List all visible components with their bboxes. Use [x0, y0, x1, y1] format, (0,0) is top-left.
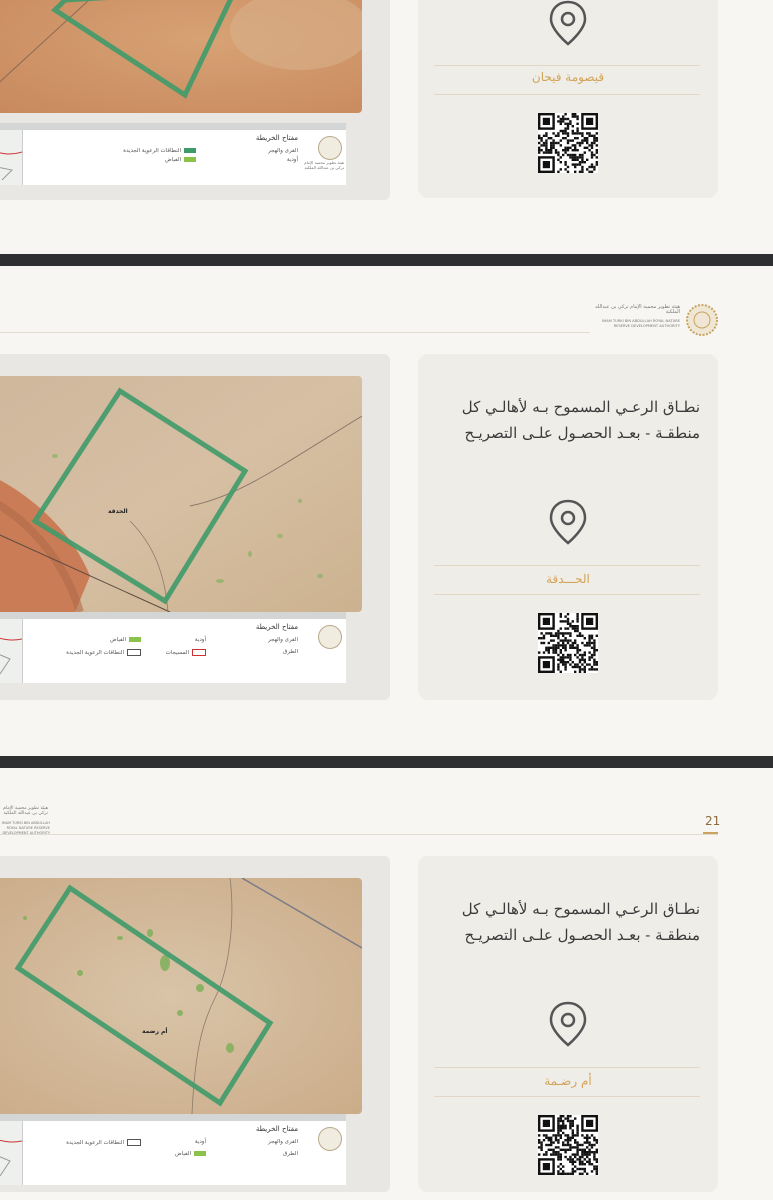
map-place-label: الحدقة	[108, 508, 128, 515]
page-number: 21	[705, 814, 721, 828]
info-card: قيصومة فيحان	[418, 0, 718, 198]
legend-item: الطرق	[282, 649, 298, 655]
legend-item: الطرق	[282, 1151, 298, 1157]
location-pin-icon	[549, 0, 587, 46]
page-number-underline	[703, 832, 718, 834]
legend-item: القرى والهجر	[267, 148, 298, 154]
info-card: نطـاق الرعـي المسموح بـه لأهالـي كل منطق…	[418, 856, 718, 1192]
card-title: نطـاق الرعـي المسموح بـه لأهالـي كل منطق…	[461, 900, 700, 944]
legend-title: مفتاح الخريطة	[255, 134, 298, 142]
place-name: الحـــدقة	[546, 572, 590, 586]
authority-emblem	[318, 625, 342, 649]
map-legend: مفتاح الخريطة القرى والهجر أودية الفياض …	[0, 612, 346, 683]
qr-code[interactable]	[538, 1115, 598, 1175]
divider	[434, 565, 700, 566]
minimap	[0, 1121, 23, 1185]
divider	[434, 594, 700, 595]
divider	[434, 94, 700, 95]
map-frame: مفتاح الخريطة القرى والهجر أودية النطاقا…	[0, 0, 390, 200]
divider	[434, 65, 700, 66]
qr-code[interactable]	[538, 113, 598, 173]
authority-logo: هيئة تطوير محمية الإمام تركي بن عبدالله …	[0, 804, 60, 838]
legend-item: القرى والهجر	[267, 637, 298, 643]
legend-item: المسيجات	[166, 649, 206, 656]
authority-emblem	[318, 1127, 342, 1151]
header-rule	[0, 834, 718, 835]
legend-item: الفياض	[175, 1151, 206, 1157]
card-title: نطـاق الرعـي المسموح بـه لأهالـي كل منطق…	[461, 398, 700, 442]
legend-item: أودية	[194, 637, 206, 643]
authority-emblem	[318, 136, 342, 160]
map-frame: الحدقة مفتاح الخريطة القرى والهجر أودية …	[0, 354, 390, 700]
legend-item: الفياض	[165, 157, 196, 163]
legend-item: النطاقات الرعوية الجديدة	[66, 649, 141, 656]
map-legend: مفتاح الخريطة القرى والهجر أودية النطاقا…	[0, 123, 346, 185]
legend-item: القرى والهجر	[267, 1139, 298, 1145]
location-pin-icon	[549, 1001, 587, 1047]
page-section-middle: هيئة تطوير محمية الإمام تركي بن عبدالله …	[0, 266, 773, 756]
authority-logo: هيئة تطوير محمية الإمام تركي بن عبدالله …	[590, 302, 720, 336]
map-legend: مفتاح الخريطة القرى والهجر أودية الطرق ا…	[0, 1114, 346, 1185]
authority-name-ar: هيئة تطوير محمية الإمام تركي بن عبدالله …	[595, 304, 680, 315]
legend-item: أودية	[194, 1139, 206, 1145]
legend-item: الفياض	[110, 637, 141, 643]
legend-title: مفتاح الخريطة	[255, 1125, 298, 1133]
page-separator	[0, 254, 773, 266]
map-image	[0, 878, 362, 1114]
legend-item: النطاقات الرعوية الجديدة	[123, 148, 196, 154]
divider	[434, 1067, 700, 1068]
minimap	[0, 619, 23, 683]
authority-emblem	[686, 304, 718, 336]
page-separator	[0, 756, 773, 768]
header-rule	[0, 332, 590, 333]
minimap	[0, 130, 23, 185]
qr-code[interactable]	[538, 613, 598, 673]
authority-name-ar: هيئة تطوير محمية الإمام تركي بن عبدالله …	[3, 806, 48, 816]
satellite-map: أم رضمة	[0, 878, 362, 1114]
info-card: نطـاق الرعـي المسموح بـه لأهالـي كل منطق…	[418, 354, 718, 700]
place-name: قيصومة فيحان	[531, 70, 605, 84]
legend-item: النطاقات الرعوية الجديدة	[66, 1139, 141, 1146]
divider	[434, 1096, 700, 1097]
map-image	[0, 376, 362, 612]
place-name: أم رضـمة	[544, 1074, 592, 1088]
legend-item: أودية	[286, 157, 298, 163]
map-frame: أم رضمة مفتاح الخريطة القرى والهجر أودية…	[0, 856, 390, 1192]
satellite-map	[0, 0, 362, 113]
page-section-top: مفتاح الخريطة القرى والهجر أودية النطاقا…	[0, 0, 773, 254]
location-pin-icon	[549, 499, 587, 545]
map-image	[0, 0, 362, 113]
map-place-label: أم رضمة	[142, 1028, 168, 1035]
authority-name: هيئة تطوير محمية الإمام تركي بن عبدالله …	[304, 160, 344, 170]
legend-title: مفتاح الخريطة	[255, 623, 298, 631]
satellite-map: الحدقة	[0, 376, 362, 612]
page-section-bottom: هيئة تطوير محمية الإمام تركي بن عبدالله …	[0, 768, 773, 1200]
authority-name-en: IMAM TURKI BIN ABDULLAH ROYAL NATURE RES…	[602, 319, 680, 328]
